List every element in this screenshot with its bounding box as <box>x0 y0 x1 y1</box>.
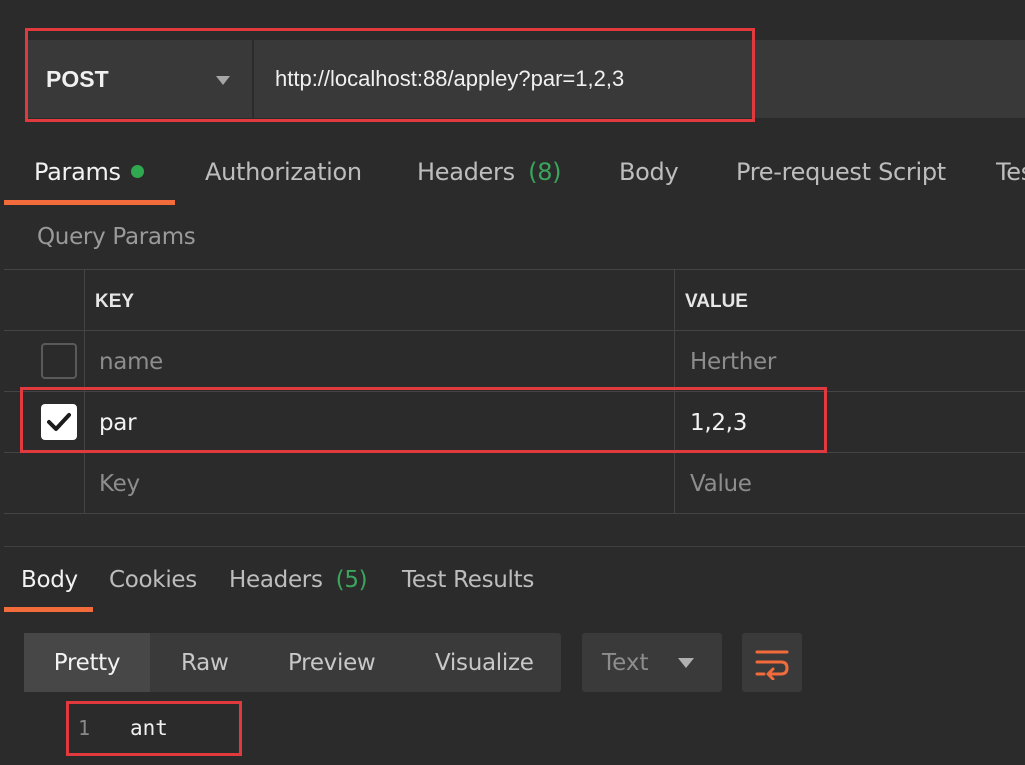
param-key[interactable]: par <box>99 410 137 436</box>
response-tab-body[interactable]: Body <box>21 567 78 593</box>
tab-pre-request-label: Pre-request Script <box>736 158 946 186</box>
wrap-lines-icon <box>755 650 789 680</box>
tab-pre-request-script[interactable]: Pre-request Script <box>736 158 946 190</box>
row-checkbox-checked[interactable] <box>41 404 77 440</box>
table-row: par 1,2,3 <box>4 392 1025 453</box>
chevron-down-icon <box>678 658 694 668</box>
param-value[interactable]: Herther <box>690 349 776 375</box>
view-pretty-button[interactable]: Pretty <box>24 633 150 692</box>
response-tab-headers-label: Headers <box>229 567 323 593</box>
tab-authorization[interactable]: Authorization <box>205 158 362 190</box>
format-select-value: Text <box>602 649 649 676</box>
active-response-tab-indicator <box>4 607 93 612</box>
checkmark-icon <box>47 413 71 431</box>
tab-authorization-label: Authorization <box>205 158 362 186</box>
view-raw-label: Raw <box>181 649 229 676</box>
response-tab-cookies[interactable]: Cookies <box>109 567 197 593</box>
tab-headers-count: (8) <box>528 158 562 186</box>
url-value: http://localhost:88/appley?par=1,2,3 <box>275 66 625 91</box>
response-tab-test-results[interactable]: Test Results <box>402 567 534 593</box>
tab-tests[interactable]: Tes <box>996 158 1025 190</box>
active-tab-indicator <box>4 200 175 205</box>
format-select[interactable]: Text <box>582 633 722 692</box>
key-placeholder[interactable]: Key <box>99 471 140 497</box>
response-body-text: ant <box>130 716 168 740</box>
view-pretty-label: Pretty <box>53 649 121 676</box>
method-select[interactable]: POST <box>28 40 252 118</box>
response-headers-count: (5) <box>335 567 368 593</box>
line-number: 1 <box>78 716 91 740</box>
response-tab-test-results-label: Test Results <box>402 567 535 593</box>
response-body-editor[interactable]: 1 ant <box>66 701 241 755</box>
value-placeholder[interactable]: Value <box>690 471 752 497</box>
chevron-down-icon <box>216 76 230 85</box>
view-raw-button[interactable]: Raw <box>181 633 229 692</box>
param-value[interactable]: 1,2,3 <box>690 410 747 436</box>
view-preview-label: Preview <box>288 649 376 676</box>
response-tab-headers[interactable]: Headers (5) <box>229 567 368 593</box>
status-dot-icon <box>130 165 144 178</box>
table-row: name Herther <box>4 331 1025 392</box>
view-visualize-button[interactable]: Visualize <box>435 633 534 692</box>
table-header-row: KEY VALUE <box>4 270 1025 331</box>
url-input[interactable]: http://localhost:88/appley?par=1,2,3 <box>254 40 1025 118</box>
tab-params[interactable]: Params <box>34 158 144 190</box>
tab-params-label: Params <box>34 158 121 186</box>
tab-headers[interactable]: Headers (8) <box>417 158 562 190</box>
row-checkbox[interactable] <box>41 343 77 379</box>
view-visualize-label: Visualize <box>435 649 534 676</box>
key-column-header: KEY <box>95 291 135 312</box>
column-divider <box>84 269 85 514</box>
value-column-header: VALUE <box>685 291 748 312</box>
response-tab-body-label: Body <box>21 567 78 593</box>
tab-body-label: Body <box>619 158 679 186</box>
param-key[interactable]: name <box>99 349 163 375</box>
pane-divider[interactable] <box>4 546 1025 547</box>
wrap-lines-button[interactable] <box>742 633 802 692</box>
method-label: POST <box>46 65 109 92</box>
tab-body[interactable]: Body <box>619 158 679 190</box>
response-tab-cookies-label: Cookies <box>109 567 197 593</box>
column-divider <box>674 269 675 514</box>
params-table: KEY VALUE name Herther par 1,2,3 Key Val… <box>4 269 1025 514</box>
tab-headers-label: Headers <box>417 158 515 186</box>
tab-tests-label: Tes <box>996 158 1025 186</box>
view-preview-button[interactable]: Preview <box>288 633 376 692</box>
query-params-title: Query Params <box>37 224 196 250</box>
table-row-new: Key Value <box>4 453 1025 514</box>
